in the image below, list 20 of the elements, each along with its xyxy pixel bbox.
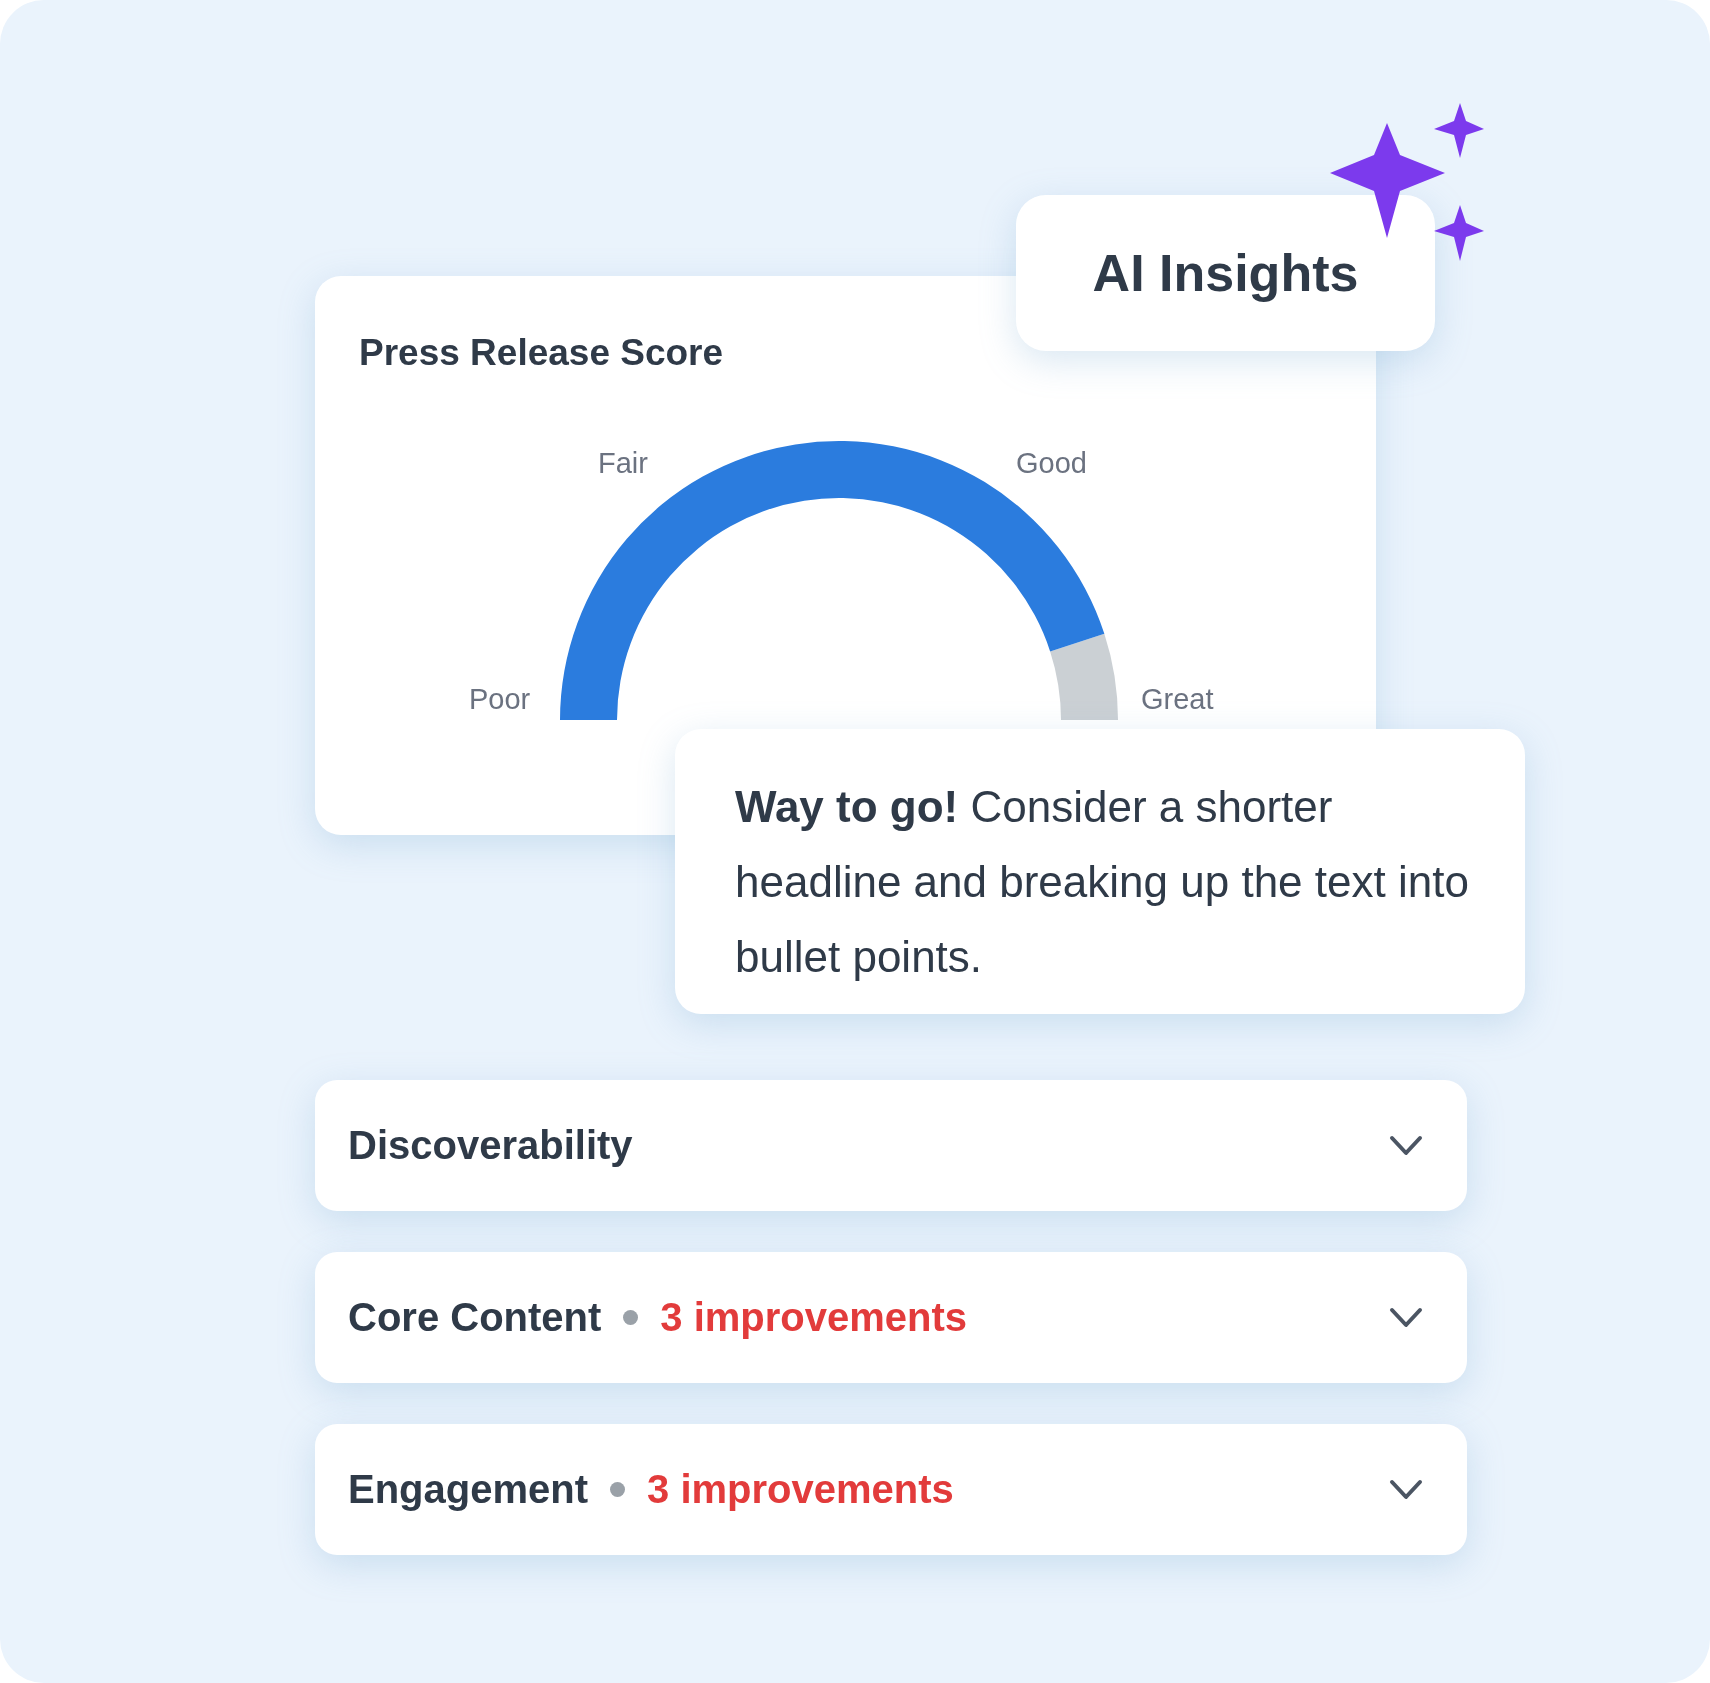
improvements-count: 3 improvements bbox=[660, 1295, 968, 1340]
chevron-down-icon[interactable] bbox=[1389, 1306, 1423, 1329]
badge-title: AI Insights bbox=[1092, 243, 1359, 303]
accordion-row[interactable]: Core Content 3 improvements bbox=[315, 1252, 1467, 1383]
separator-dot bbox=[623, 1310, 639, 1325]
chevron-down-icon[interactable] bbox=[1389, 1478, 1423, 1501]
accordion-row[interactable]: Discoverability bbox=[315, 1080, 1467, 1211]
chevron-down-icon[interactable] bbox=[1389, 1134, 1423, 1157]
separator-dot bbox=[610, 1482, 626, 1497]
improvements-count: 3 improvements bbox=[647, 1467, 954, 1512]
section-title: Core Content bbox=[348, 1295, 602, 1340]
tip-text: Way to go! Consider a shorter headline and breaking up the text into bullet points. bbox=[735, 781, 1470, 983]
gauge-label: Good bbox=[1016, 447, 1087, 479]
section-title: Discoverability bbox=[348, 1123, 633, 1168]
accordion-row[interactable]: Engagement 3 improvements bbox=[315, 1424, 1467, 1555]
gauge-label: Poor bbox=[469, 683, 531, 715]
card-title: Press Release Score bbox=[359, 332, 724, 374]
section-title: Engagement bbox=[348, 1467, 589, 1512]
gauge-label: Great bbox=[1141, 683, 1214, 715]
gauge-label: Fair bbox=[598, 447, 648, 479]
